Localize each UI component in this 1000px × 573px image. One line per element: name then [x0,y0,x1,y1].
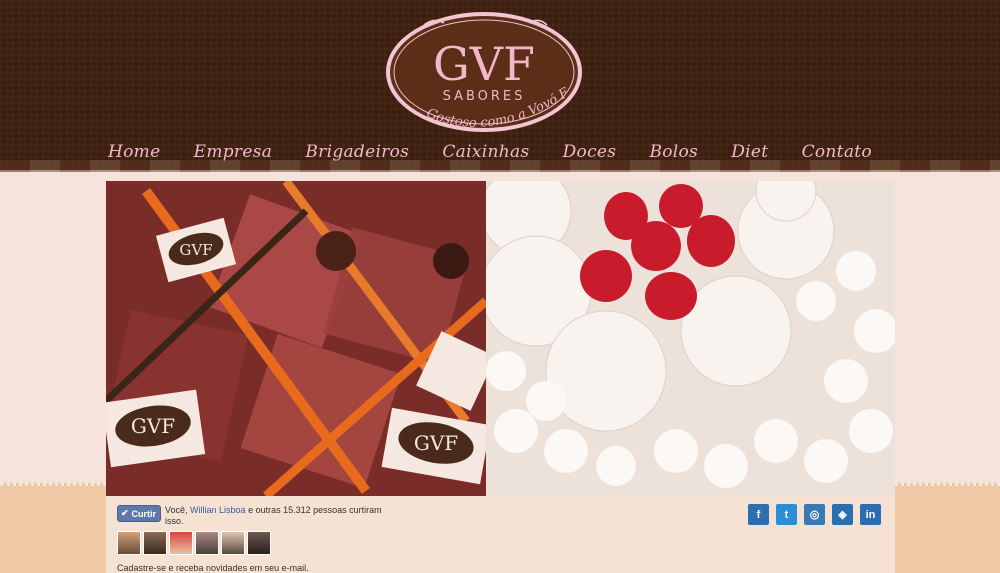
twitter-icon[interactable]: t [776,504,797,525]
nav-item-caixinhas[interactable]: Caixinhas [434,142,537,162]
avatar[interactable] [117,531,141,555]
logo-subtitle: SABORES [443,89,526,104]
gvf-sabores-logo[interactable]: GVF SABORES Gostoso como a Vovó Faz [384,10,584,140]
facebook-icon[interactable]: f [748,504,769,525]
friend-avatars [117,531,271,555]
nav-item-diet[interactable]: Diet [723,142,776,162]
meringue-cake-illustration [486,181,895,496]
meringue-cake-photo [486,181,895,496]
social-links: f t ◎ ◈ in [748,504,881,525]
gift-tag-brand: GVF [131,414,175,438]
like-label: Curtir [131,508,157,519]
logo-brand: GVF [433,37,535,91]
avatar[interactable] [195,531,219,555]
foursquare-icon[interactable]: ◈ [832,504,853,525]
avatar[interactable] [247,531,271,555]
nav-item-doces[interactable]: Doces [555,142,625,162]
like-text-prefix: Você, [165,505,191,515]
gift-boxes-illustration: GVF GVF GVF [106,181,486,496]
nav-item-brigadeiros[interactable]: Brigadeiros [297,142,417,162]
nav-item-home[interactable]: Home [100,142,168,162]
avatar[interactable] [169,531,193,555]
avatar[interactable] [221,531,245,555]
thumbs-up-icon: ✔ [121,508,129,518]
main-nav: Home Empresa Brigadeiros Caixinhas Doces… [100,140,880,164]
instagram-icon[interactable]: ◎ [804,504,825,525]
linkedin-icon[interactable]: in [860,504,881,525]
hero-banner: GVF GVF GVF [106,181,895,496]
facebook-like-text: Você, Willian Lisboa e outras 15.312 pes… [165,505,395,527]
gift-tag-brand-3: GVF [179,241,212,259]
nav-item-empresa[interactable]: Empresa [186,142,281,162]
newsletter-text: Cadastre-se e receba novidades em seu e-… [117,563,309,573]
nav-item-bolos[interactable]: Bolos [641,142,706,162]
facebook-like-button[interactable]: ✔ Curtir [117,505,161,522]
nav-item-contato[interactable]: Contato [794,142,880,162]
gift-boxes-photo: GVF GVF GVF [106,181,486,496]
avatar[interactable] [143,531,167,555]
gift-tag-brand-2: GVF [414,431,458,455]
friend-link[interactable]: Willian Lisboa [190,505,246,515]
